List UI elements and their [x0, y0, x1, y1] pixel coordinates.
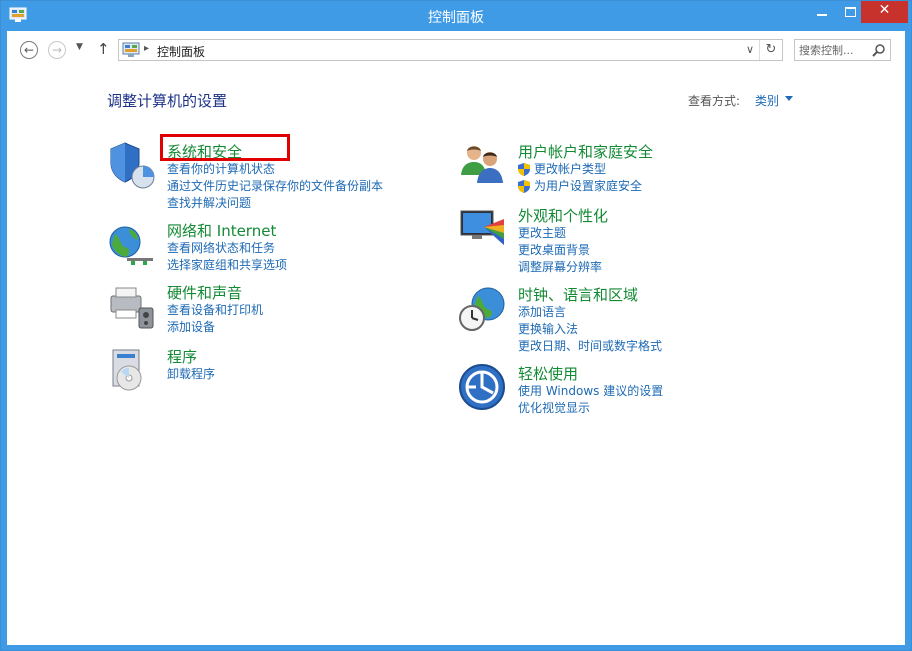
- refresh-button[interactable]: ↻: [759, 40, 782, 60]
- category-title[interactable]: 硬件和声音: [167, 282, 242, 303]
- ease-of-access-icon[interactable]: [458, 363, 508, 413]
- chevron-down-icon: ▼: [76, 42, 83, 52]
- category-links: 卸载程序: [167, 366, 215, 383]
- chevron-down-icon[interactable]: [785, 96, 793, 101]
- category-links: 添加语言 更换输入法 更改日期、时间或数字格式: [518, 304, 662, 355]
- up-arrow-icon: ↑: [97, 40, 110, 58]
- title-bar[interactable]: 控制面板 ✕: [1, 1, 911, 31]
- category-links: 查看网络状态和任务 选择家庭组和共享选项: [167, 240, 287, 274]
- appearance-icon[interactable]: [458, 205, 508, 255]
- navigation-bar: ← → ▼ ↑ ▸ 控制面板 ∨ ↻: [7, 31, 905, 71]
- address-dropdown-icon[interactable]: ∨: [746, 43, 754, 56]
- link-label: 为用户设置家庭安全: [534, 179, 643, 193]
- link-homegroup-sharing[interactable]: 选择家庭组和共享选项: [167, 257, 287, 274]
- link-windows-recommended-settings[interactable]: 使用 Windows 建议的设置: [518, 383, 663, 400]
- view-by-label: 查看方式:: [688, 94, 741, 108]
- link-troubleshoot[interactable]: 查找并解决问题: [167, 195, 383, 212]
- back-button[interactable]: ←: [20, 41, 38, 59]
- control-panel-window: 控制面板 ✕ ← → ▼ ↑ ▸ 控制面板 ∨ ↻ 搜索控制... 调整计算机的…: [0, 0, 912, 651]
- breadcrumb-control-panel[interactable]: 控制面板: [157, 43, 205, 60]
- minimize-button[interactable]: [807, 1, 837, 23]
- up-button[interactable]: ↑: [97, 40, 110, 58]
- close-button[interactable]: ✕: [861, 1, 908, 23]
- recent-locations-button[interactable]: ▼: [76, 42, 83, 52]
- link-family-safety[interactable]: 为用户设置家庭安全: [518, 178, 642, 195]
- category-links: 更改帐户类型 为用户设置家庭安全: [518, 161, 642, 195]
- link-date-time-format[interactable]: 更改日期、时间或数字格式: [518, 338, 662, 355]
- link-desktop-background[interactable]: 更改桌面背景: [518, 242, 602, 259]
- link-change-input-method[interactable]: 更换输入法: [518, 321, 662, 338]
- link-change-theme[interactable]: 更改主题: [518, 225, 602, 242]
- category-links: 使用 Windows 建议的设置 优化视觉显示: [518, 383, 663, 417]
- category-title[interactable]: 网络和 Internet: [167, 220, 276, 241]
- forward-button[interactable]: →: [48, 41, 66, 59]
- category-links: 更改主题 更改桌面背景 调整屏幕分辨率: [518, 225, 602, 276]
- address-bar[interactable]: ▸ 控制面板 ∨ ↻: [118, 39, 783, 61]
- forward-arrow-icon: →: [51, 43, 63, 57]
- hardware-sound-icon[interactable]: [107, 282, 157, 332]
- uac-shield-icon: [518, 180, 530, 193]
- client-area: ← → ▼ ↑ ▸ 控制面板 ∨ ↻ 搜索控制... 调整计算机的设置 查看方式…: [7, 31, 905, 645]
- user-accounts-icon[interactable]: [458, 141, 508, 191]
- view-by-dropdown[interactable]: 类别: [755, 92, 779, 109]
- network-internet-icon[interactable]: [107, 220, 157, 270]
- clock-language-region-icon[interactable]: [458, 284, 508, 334]
- category-title[interactable]: 轻松使用: [518, 363, 578, 384]
- close-icon: ✕: [878, 2, 891, 18]
- search-box[interactable]: [794, 39, 891, 61]
- uac-shield-icon: [518, 163, 530, 176]
- category-title[interactable]: 外观和个性化: [518, 205, 608, 226]
- category-links: 查看设备和打印机 添加设备: [167, 302, 263, 336]
- link-view-computer-status[interactable]: 查看你的计算机状态: [167, 161, 383, 178]
- category-links: 查看你的计算机状态 通过文件历史记录保存你的文件备份副本 查找并解决问题: [167, 161, 383, 212]
- link-change-account-type[interactable]: 更改帐户类型: [518, 161, 642, 178]
- window-title: 控制面板: [428, 10, 484, 26]
- category-title[interactable]: 用户帐户和家庭安全: [518, 141, 653, 162]
- search-icon[interactable]: [872, 43, 886, 57]
- link-devices-printers[interactable]: 查看设备和打印机: [167, 302, 263, 319]
- control-panel-icon: [122, 42, 140, 57]
- link-screen-resolution[interactable]: 调整屏幕分辨率: [518, 259, 602, 276]
- link-optimize-visual-display[interactable]: 优化视觉显示: [518, 400, 663, 417]
- link-add-language[interactable]: 添加语言: [518, 304, 662, 321]
- link-uninstall-program[interactable]: 卸载程序: [167, 366, 215, 383]
- page-heading: 调整计算机的设置: [107, 92, 228, 110]
- category-title[interactable]: 时钟、语言和区域: [518, 284, 638, 305]
- link-network-status[interactable]: 查看网络状态和任务: [167, 240, 287, 257]
- link-add-device[interactable]: 添加设备: [167, 319, 263, 336]
- link-label: 更改帐户类型: [534, 162, 607, 176]
- link-file-history-backup[interactable]: 通过文件历史记录保存你的文件备份副本: [167, 178, 383, 195]
- breadcrumb-separator-icon[interactable]: ▸: [144, 43, 149, 54]
- system-security-icon[interactable]: [107, 141, 157, 191]
- back-arrow-icon: ←: [23, 43, 35, 57]
- search-input[interactable]: [799, 42, 869, 58]
- category-title[interactable]: 程序: [167, 346, 197, 367]
- highlight-box: [160, 134, 290, 161]
- programs-icon[interactable]: [107, 346, 157, 396]
